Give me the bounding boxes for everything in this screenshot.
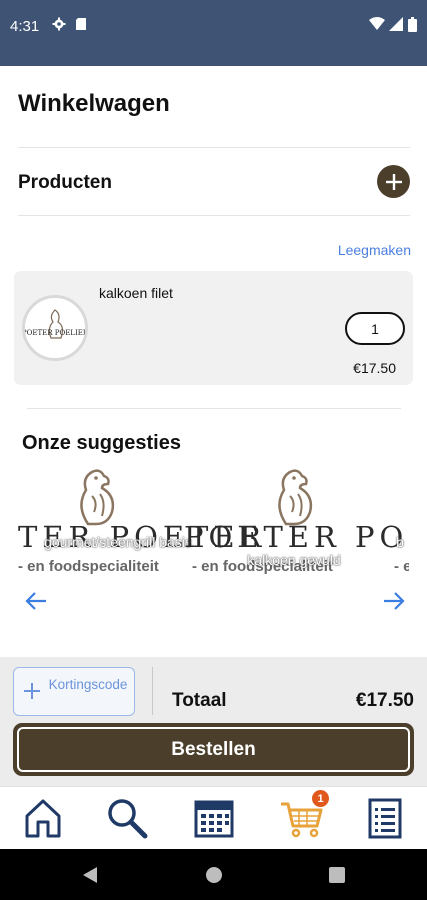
- gear-icon: [52, 17, 66, 31]
- suggestion-label: gourmet/steengrill basis: [44, 534, 192, 550]
- calendar-icon[interactable]: [192, 796, 236, 840]
- rooster-logo-icon: [278, 469, 313, 526]
- suggestion-label: kalkoen gevuld: [247, 552, 341, 568]
- order-button-label: Bestellen: [17, 727, 410, 772]
- suggestion-logo-sub: - en foodspecialiteit: [18, 558, 159, 575]
- product-price: €17.50: [353, 360, 396, 376]
- home-icon[interactable]: [21, 796, 65, 840]
- suggestion-logo-sub: - e: [394, 558, 409, 575]
- divider: [152, 667, 153, 715]
- sim-card-icon: [76, 18, 86, 30]
- products-section-label: Producten: [18, 172, 112, 193]
- status-time: 4:31: [10, 18, 40, 35]
- home-nav-icon[interactable]: [205, 866, 223, 884]
- clear-cart-link[interactable]: Leegmaken: [338, 242, 411, 258]
- cart-badge: 1: [312, 790, 329, 807]
- total-value: €17.50: [355, 690, 414, 711]
- order-button[interactable]: Bestellen: [13, 723, 414, 776]
- coupon-button[interactable]: Kortingscode: [13, 667, 135, 716]
- battery-icon: [408, 17, 417, 32]
- arrow-left-icon[interactable]: [24, 591, 48, 611]
- suggestion-item[interactable]: POETER POET - en foodspecialiteit kalkoe…: [184, 462, 409, 582]
- coupon-label: Kortingscode: [48, 677, 128, 692]
- tab-bar: [0, 786, 427, 849]
- arrow-right-icon[interactable]: [382, 591, 406, 611]
- divider: [18, 215, 410, 216]
- back-icon[interactable]: [82, 866, 98, 884]
- cart-item: POETER POELIER kalkoen filet 1 €17.50: [14, 271, 413, 385]
- suggestions-title: Onze suggesties: [22, 432, 181, 454]
- rooster-logo-icon: [80, 469, 115, 526]
- suggestion-label: b: [396, 534, 404, 550]
- status-bar: 4:31: [0, 0, 427, 66]
- quantity-field[interactable]: 1: [345, 312, 405, 345]
- wifi-icon: [369, 17, 385, 30]
- suggestion-item[interactable]: - e b: [386, 462, 409, 582]
- suggestions-carousel: TER POETER - en foodspecialiteit gourmet…: [18, 462, 409, 582]
- plus-icon: [24, 683, 40, 699]
- divider: [18, 147, 410, 148]
- list-icon[interactable]: [363, 796, 407, 840]
- search-icon[interactable]: [105, 796, 149, 840]
- suggestion-logo-word: POETER POET: [184, 520, 409, 554]
- recents-icon[interactable]: [329, 867, 345, 883]
- total-label: Totaal: [172, 690, 227, 711]
- page-title: Winkelwagen: [18, 90, 170, 117]
- add-product-button[interactable]: [377, 165, 410, 198]
- svg-text:POETER POELIER: POETER POELIER: [25, 329, 85, 337]
- signal-icon: [389, 17, 403, 31]
- poeter-logo-image: POETER POELIER: [25, 301, 85, 355]
- system-nav-bar: [0, 849, 427, 900]
- divider: [27, 408, 401, 409]
- product-image[interactable]: POETER POELIER: [22, 295, 88, 361]
- plus-circle-icon: [385, 173, 402, 190]
- product-name: kalkoen filet: [99, 285, 173, 301]
